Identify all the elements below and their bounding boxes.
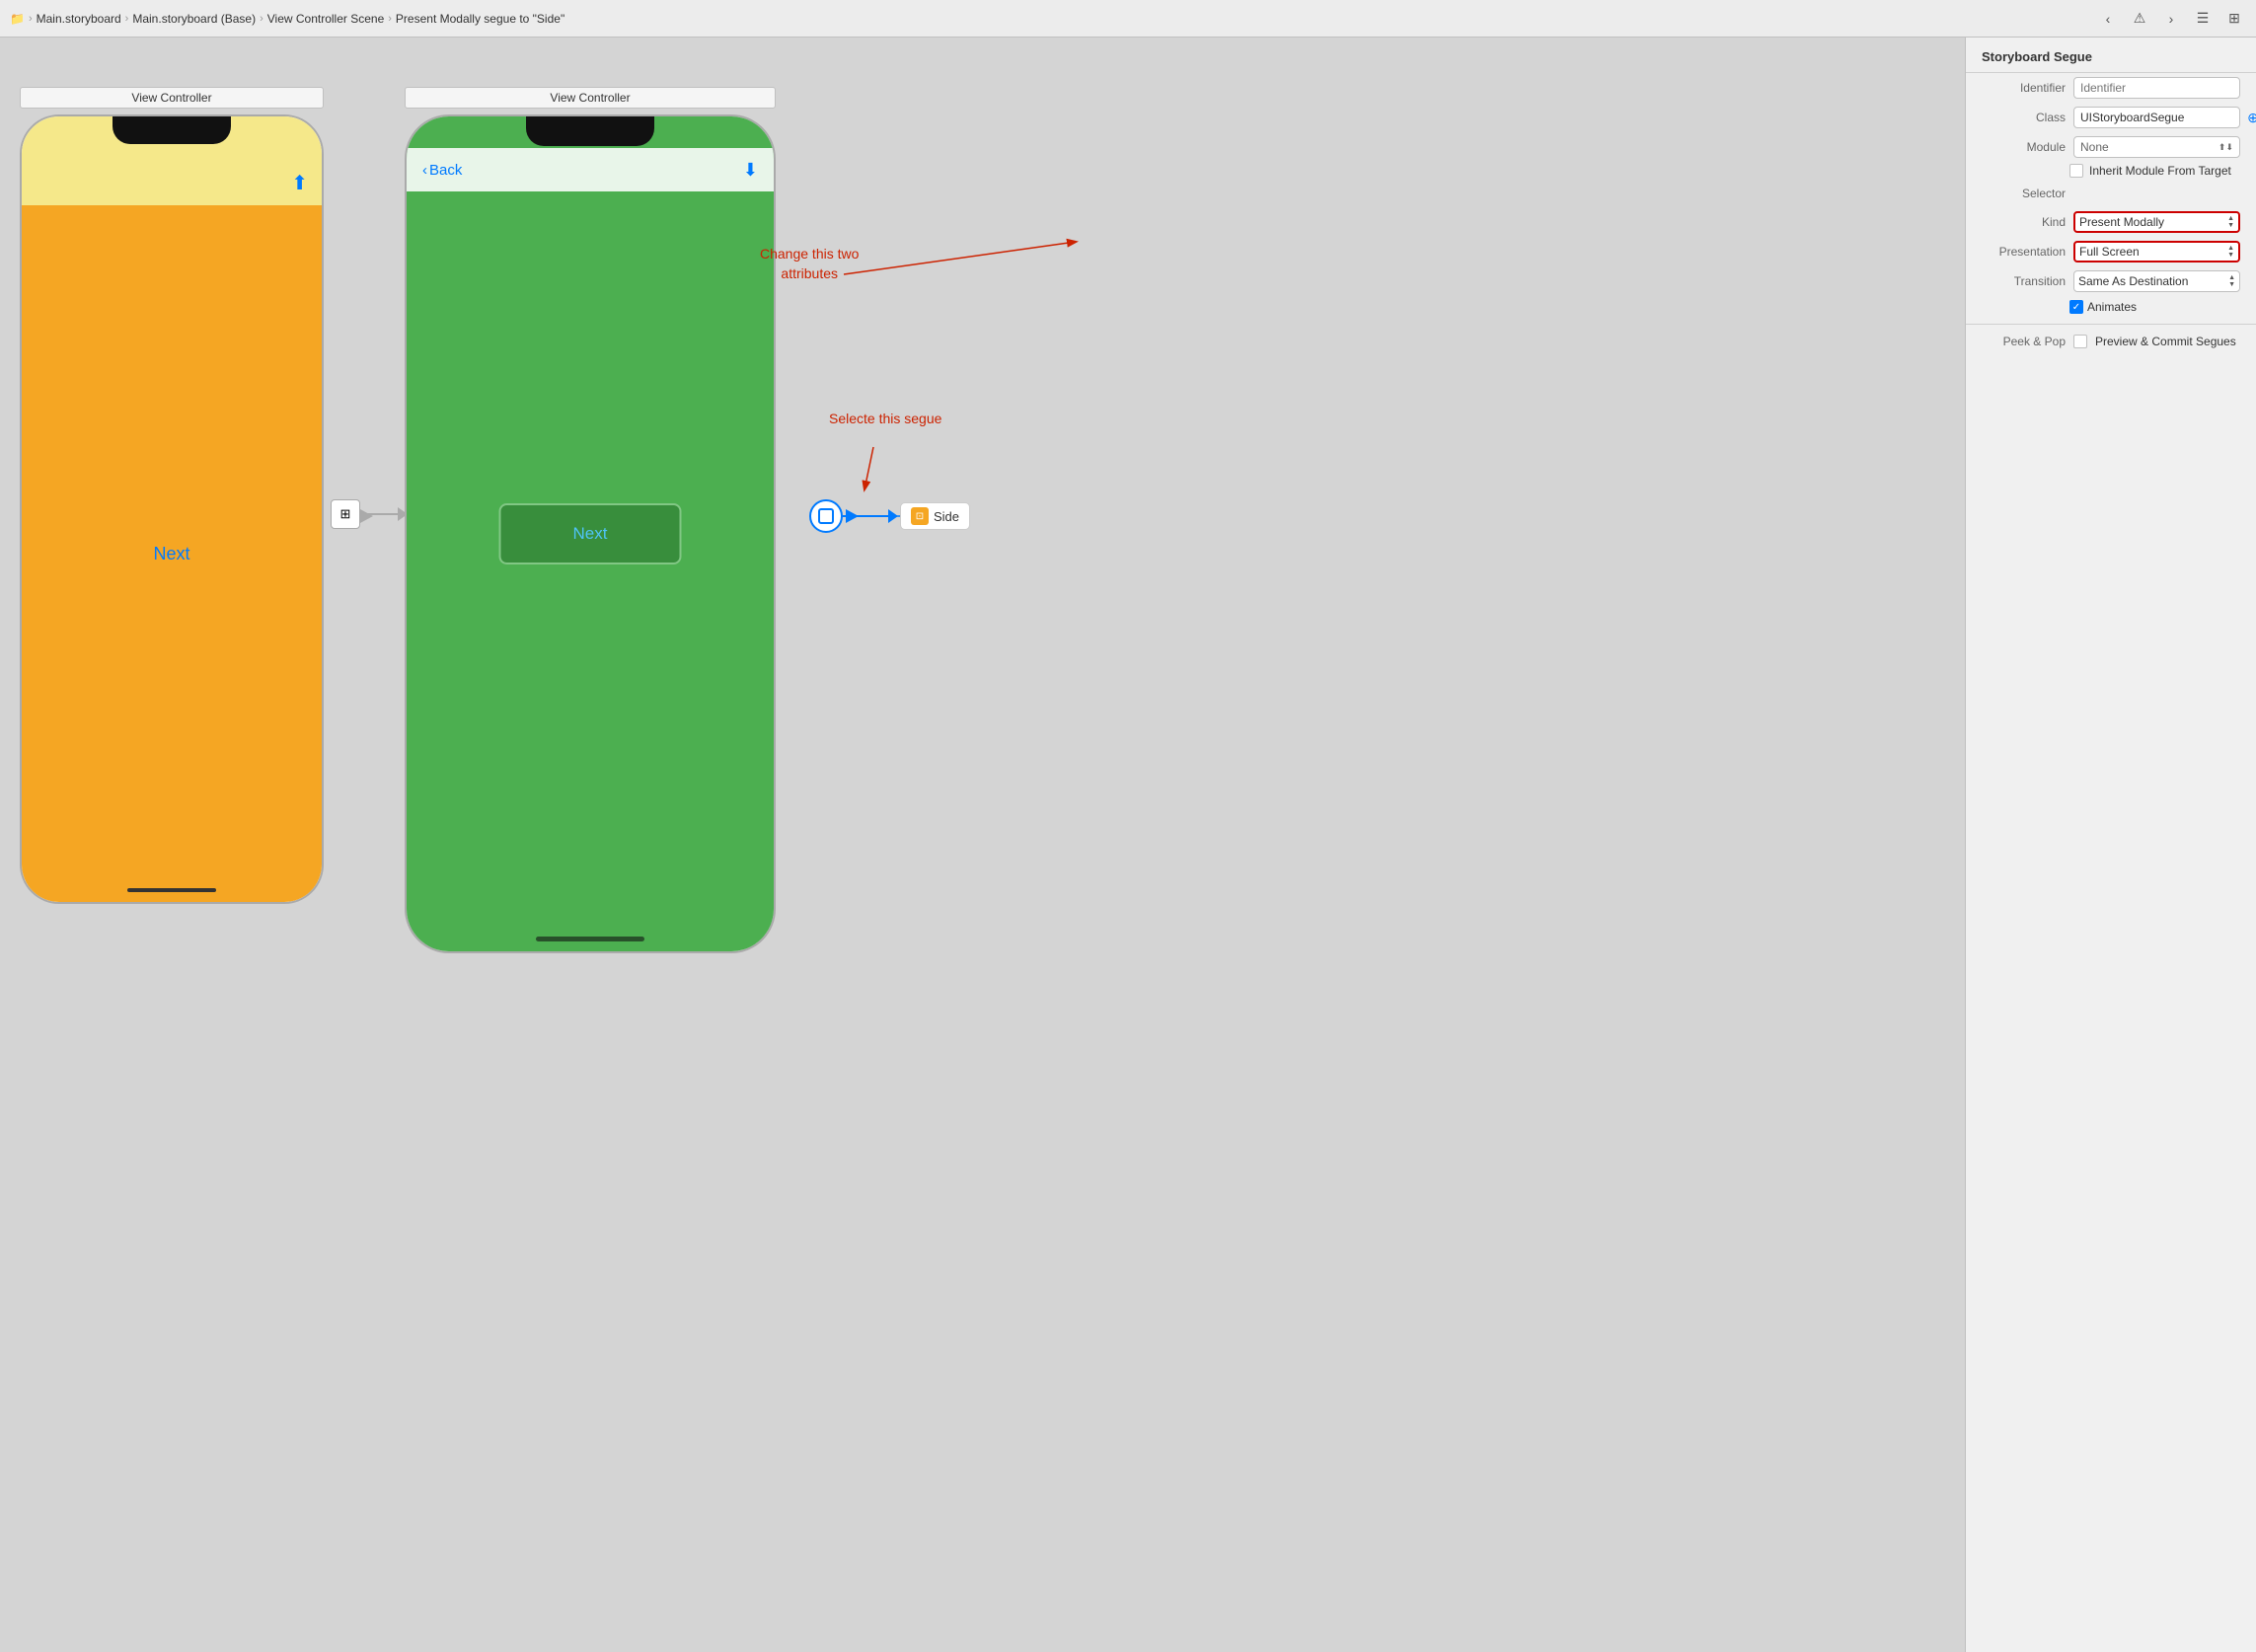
right-home-bar xyxy=(536,937,644,941)
module-row: Module None ⬆⬇ xyxy=(1966,132,2256,162)
back-button[interactable]: ‹ Back xyxy=(422,162,462,179)
left-vc-container: View Controller ⬆ Next xyxy=(20,87,324,904)
left-orange-area: Next xyxy=(22,205,322,902)
animates-label: Animates xyxy=(2087,300,2137,314)
peek-checkbox[interactable] xyxy=(2073,335,2087,348)
right-vc-container: View Controller ‹ Back ⬇ Next xyxy=(405,87,776,953)
identifier-row: Identifier xyxy=(1966,73,2256,103)
canvas-area[interactable]: View Controller ⬆ Next ⊞ xyxy=(0,38,1965,1652)
segue-arrow-head xyxy=(888,509,898,523)
peek-label: Peek & Pop xyxy=(1982,335,2066,348)
next-button-right[interactable]: Next xyxy=(499,503,682,564)
class-input[interactable] xyxy=(2073,107,2240,128)
peek-pop-row: Peek & Pop Preview & Commit Segues xyxy=(1966,331,2256,352)
animates-checkbox[interactable]: ✓ xyxy=(2069,300,2083,314)
animates-row: ✓ Animates xyxy=(1966,296,2256,318)
right-phone-shell: ‹ Back ⬇ Next xyxy=(405,114,776,953)
forward-nav-button[interactable]: › xyxy=(2159,7,2183,31)
identifier-input[interactable] xyxy=(2073,77,2240,99)
animates-checkbox-item: ✓ Animates xyxy=(2069,300,2137,314)
inherit-row: Inherit Module From Target xyxy=(1966,162,2256,180)
right-nav-bar: ‹ Back ⬇ xyxy=(407,148,774,191)
transition-row: Transition Same As Destination ▲ ▼ xyxy=(1966,266,2256,296)
annotation-change: Change this twoattributes xyxy=(760,245,859,283)
kind-select[interactable]: Present Modally ▲ ▼ xyxy=(2073,211,2240,233)
arrow-line xyxy=(360,513,398,515)
transition-label: Transition xyxy=(1982,274,2066,288)
kind-row: Kind Present Modally ▲ ▼ xyxy=(1966,207,2256,237)
class-row: Class ⊕ ▼ xyxy=(1966,103,2256,132)
chevron-left-icon: ‹ xyxy=(422,162,427,179)
transition-stepper[interactable]: ▲ ▼ xyxy=(2228,274,2235,288)
presentation-select[interactable]: Full Screen ▲ ▼ xyxy=(2073,241,2240,263)
presentation-label: Presentation xyxy=(1982,245,2066,259)
panel-separator xyxy=(1966,324,2256,325)
right-panel: Storyboard Segue Identifier Class ⊕ ▼ Mo… xyxy=(1965,38,2256,1652)
annotation-select: Selecte this segue xyxy=(829,411,941,426)
breadcrumb-storyboard-base[interactable]: Main.storyboard (Base) xyxy=(132,12,256,26)
left-phone-shell: ⬆ Next xyxy=(20,114,324,904)
kind-value: Present Modally xyxy=(2079,215,2164,229)
kind-label: Kind xyxy=(1982,215,2066,229)
warning-icon: ⚠ xyxy=(2128,7,2151,31)
main-layout: View Controller ⬆ Next ⊞ xyxy=(0,38,2256,1652)
class-add-icon[interactable]: ⊕ xyxy=(2243,108,2256,127)
kind-stepper[interactable]: ▲ ▼ xyxy=(2227,215,2234,229)
segue-line xyxy=(843,515,888,517)
next-label-left: Next xyxy=(153,544,189,564)
grid-icon[interactable]: ⊞ xyxy=(2222,7,2246,31)
presentation-stepper[interactable]: ▲ ▼ xyxy=(2227,245,2234,259)
preview-label: Preview & Commit Segues xyxy=(2095,335,2236,348)
segue-circle[interactable] xyxy=(809,499,843,533)
left-home-bar xyxy=(127,888,216,892)
side-destination: ⊡ Side xyxy=(900,502,970,530)
segue-connection[interactable]: ⊡ Side xyxy=(809,499,970,533)
transition-select[interactable]: Same As Destination ▲ ▼ xyxy=(2073,270,2240,292)
breadcrumb-icon: 📁 xyxy=(10,12,25,26)
right-notch xyxy=(526,116,654,146)
breadcrumb-storyboard[interactable]: Main.storyboard xyxy=(37,12,121,26)
vc-connection-arrow: ⊞ xyxy=(331,499,408,529)
identifier-label: Identifier xyxy=(1982,81,2066,95)
class-label: Class xyxy=(1982,111,2066,124)
presentation-row: Presentation Full Screen ▲ ▼ xyxy=(1966,237,2256,266)
left-notch xyxy=(113,116,231,144)
side-orange-icon: ⊡ xyxy=(911,507,929,525)
list-icon[interactable]: ☰ xyxy=(2191,7,2215,31)
selector-row: Selector xyxy=(1966,180,2256,207)
presentation-value: Full Screen xyxy=(2079,245,2140,259)
panel-title: Storyboard Segue xyxy=(1966,38,2256,73)
back-label: Back xyxy=(429,162,462,179)
download-icon[interactable]: ⬇ xyxy=(743,160,758,181)
module-label: Module xyxy=(1982,140,2066,154)
main-toolbar: 📁 › Main.storyboard › Main.storyboard (B… xyxy=(0,0,2256,38)
transition-value: Same As Destination xyxy=(2078,274,2188,288)
breadcrumb-vc-scene[interactable]: View Controller Scene xyxy=(267,12,385,26)
share-icon[interactable]: ⬆ xyxy=(291,171,308,195)
breadcrumb-segue[interactable]: Present Modally segue to "Side" xyxy=(396,12,564,26)
inherit-checkbox[interactable] xyxy=(2069,164,2083,178)
left-vc-title: View Controller xyxy=(20,87,324,109)
breadcrumb: 📁 › Main.storyboard › Main.storyboard (B… xyxy=(10,12,2090,26)
toolbar-icons: ‹ ⚠ › ☰ ⊞ xyxy=(2096,7,2246,31)
back-nav-button[interactable]: ‹ xyxy=(2096,7,2120,31)
inherit-label: Inherit Module From Target xyxy=(2089,164,2231,178)
right-vc-title: View Controller xyxy=(405,87,776,109)
class-field-wrapper: ⊕ ▼ xyxy=(2073,107,2256,128)
segue-square-inner xyxy=(818,508,834,524)
connection-icon: ⊞ xyxy=(331,499,360,529)
module-dropdown[interactable]: None ⬆⬇ xyxy=(2073,136,2240,158)
selector-label: Selector xyxy=(1982,187,2066,200)
side-label: Side xyxy=(934,509,959,524)
